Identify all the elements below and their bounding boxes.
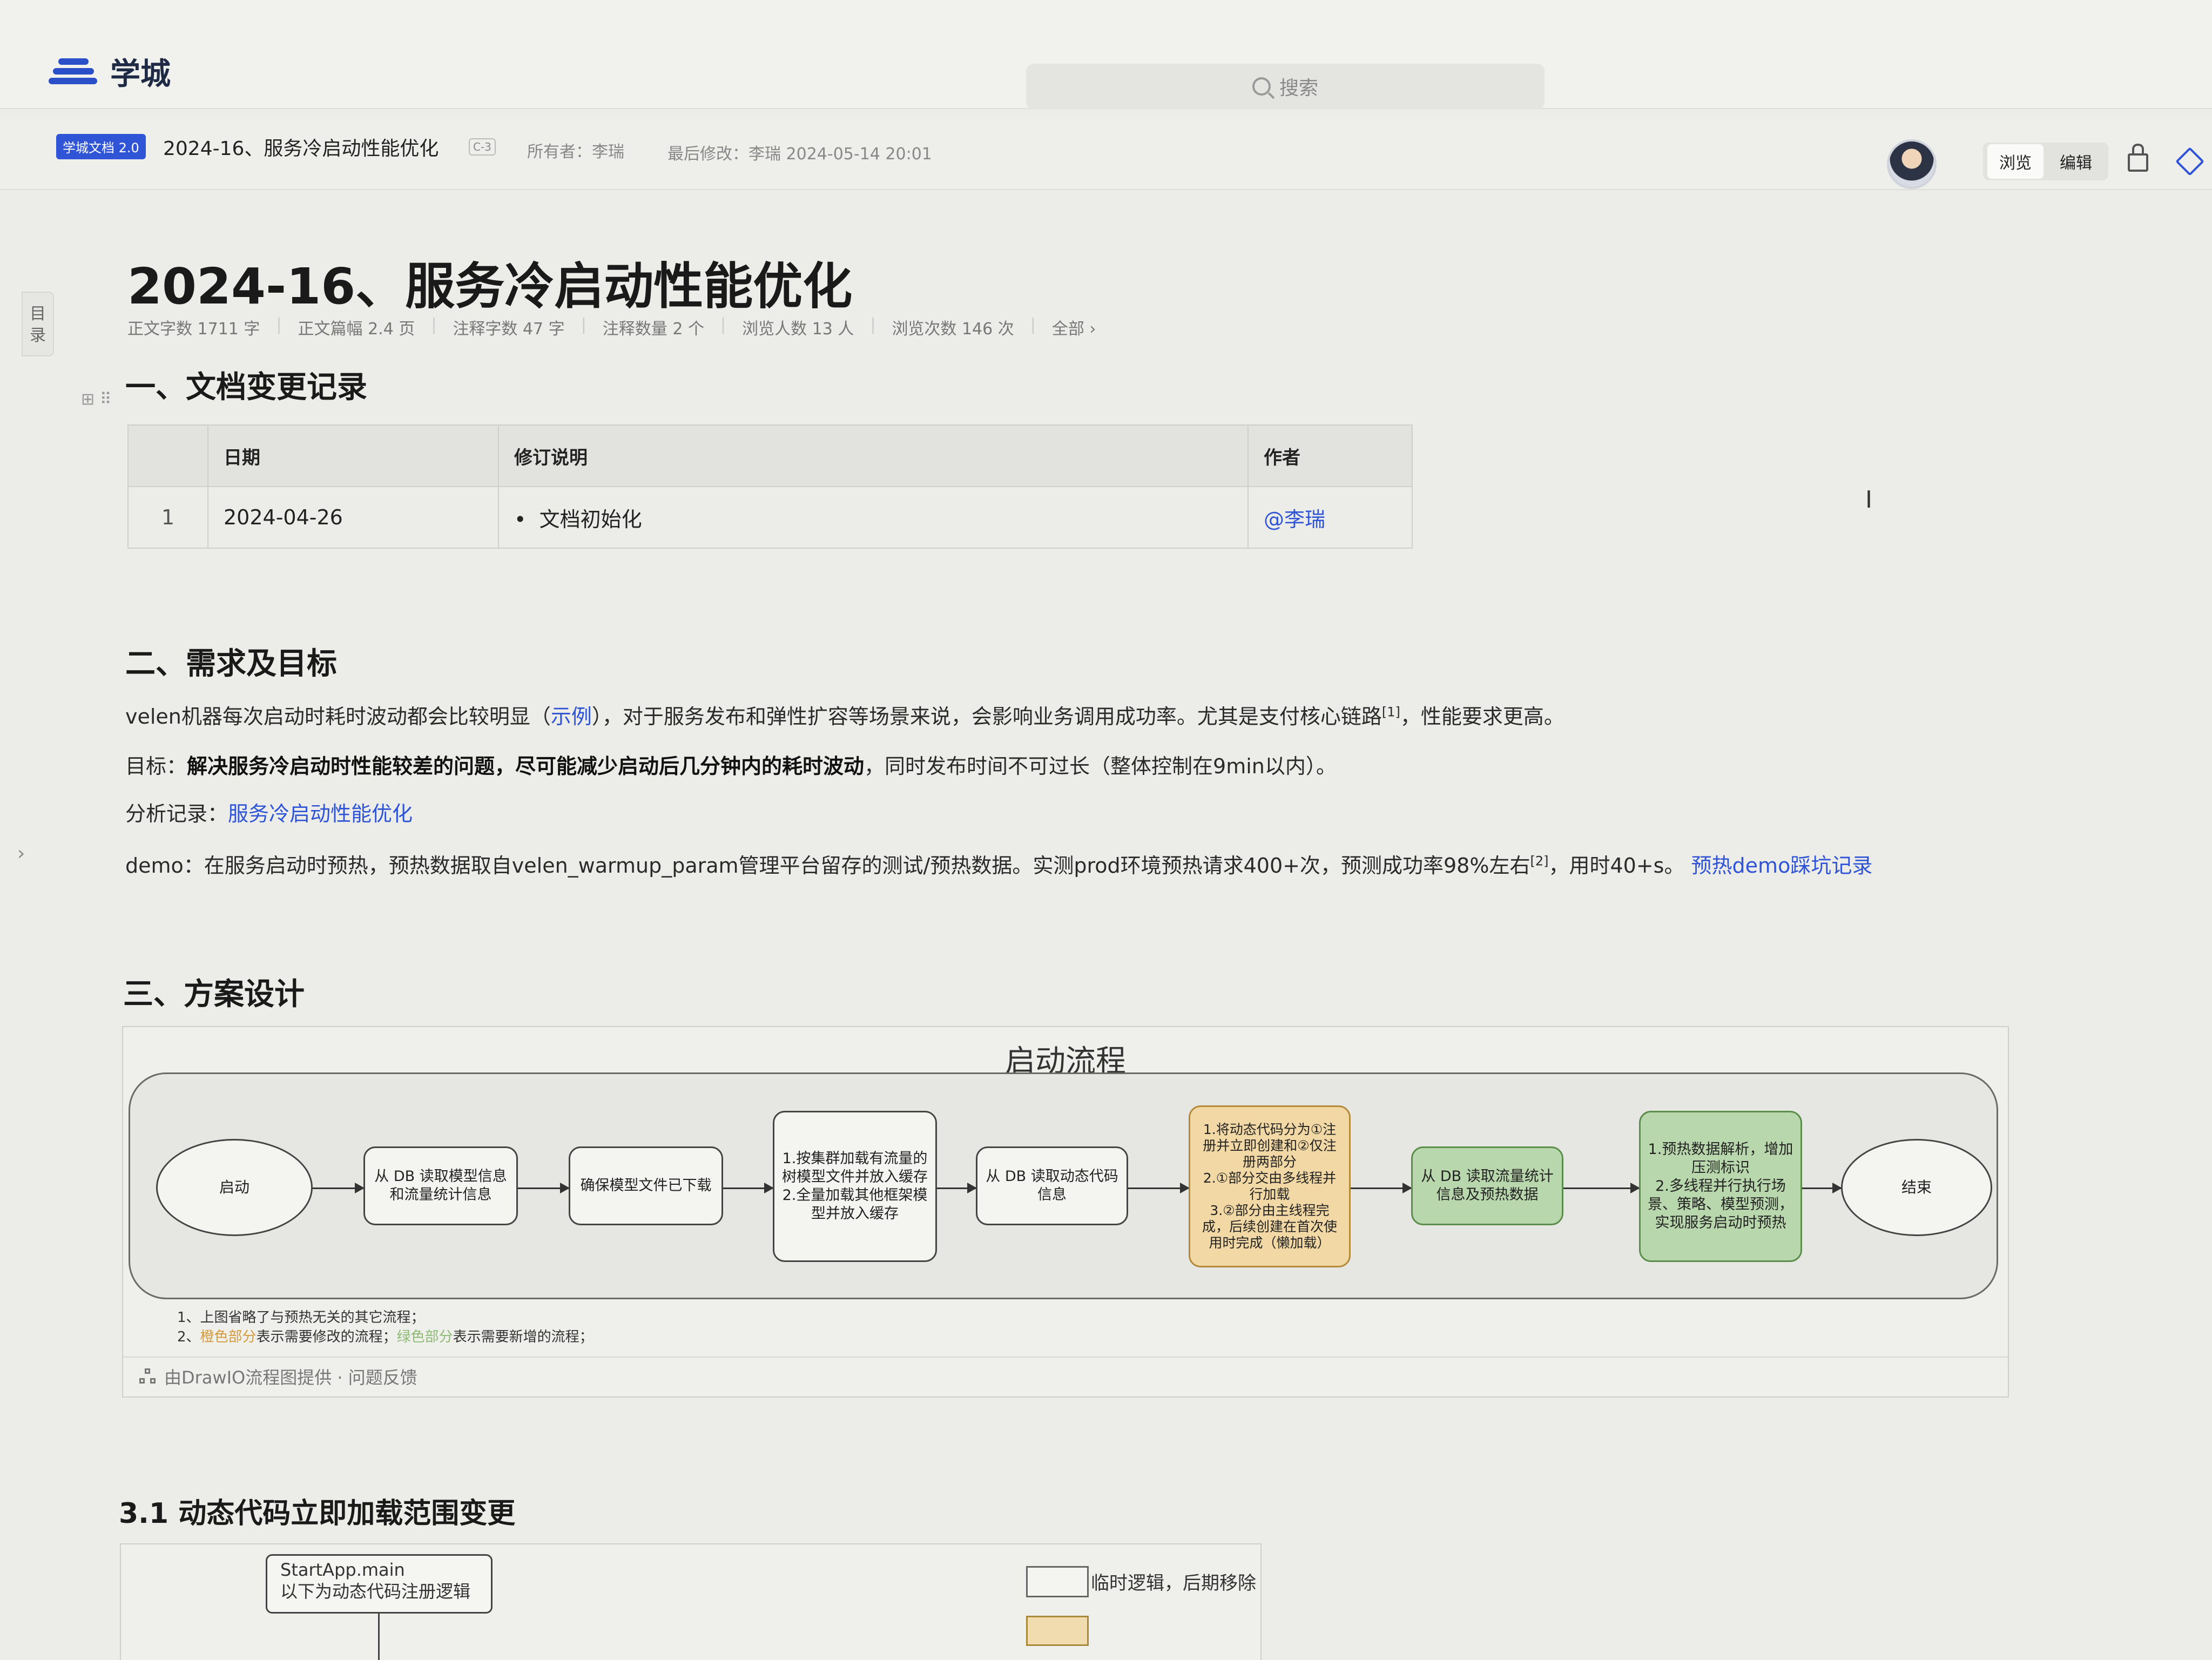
arrow bbox=[1351, 1183, 1412, 1193]
paragraph-requirement: velen机器每次启动时耗时波动都会比较明显（示例），对于服务发布和弹性扩容等场… bbox=[125, 704, 1564, 728]
arrow bbox=[1563, 1183, 1640, 1193]
arrow bbox=[723, 1183, 774, 1193]
dynamic-code-diagram[interactable]: StartApp.main 以下为动态代码注册逻辑 临时逻辑，后期移除 bbox=[120, 1543, 1262, 1660]
col-author: 作者 bbox=[1247, 424, 1413, 487]
node-end: 结束 bbox=[1841, 1139, 1992, 1236]
legend-swatch-orange bbox=[1026, 1616, 1089, 1646]
doc-stats: 正文字数 1711 字 | 正文篇幅 2.4 页 | 注释字数 47 字 | 注释数量… bbox=[127, 315, 1096, 339]
example-link[interactable]: 示例 bbox=[551, 705, 592, 728]
sitemap-icon bbox=[139, 1368, 156, 1385]
footnote-1[interactable]: [1] bbox=[1382, 704, 1400, 719]
change-log-table: 日期 修订说明 作者 1 2024-04-26 • 文档初始化 @李瑞 bbox=[127, 424, 1413, 549]
search-placeholder: 搜索 bbox=[1279, 77, 1318, 99]
search-icon bbox=[1252, 77, 1271, 96]
diagram-footer: 由DrawIO流程图提供 · 问题反馈 bbox=[123, 1357, 2008, 1395]
analysis-link[interactable]: 服务冷启动性能优化 bbox=[228, 802, 413, 826]
row-note: • 文档初始化 bbox=[498, 486, 1249, 549]
row-note-text: 文档初始化 bbox=[539, 507, 642, 531]
col-index bbox=[127, 424, 208, 487]
col-note: 修订说明 bbox=[498, 424, 1249, 487]
note-2: 2、橙色部分表示需要修改的流程；绿色部分表示需要新增的流程； bbox=[177, 1329, 594, 1345]
paragraph-goal: 目标：解决服务冷启动时性能较差的问题，尽可能减少启动后几分钟内的耗时波动，同时发… bbox=[125, 754, 1337, 778]
node-ensure-download: 确保模型文件已下载 bbox=[569, 1146, 723, 1225]
section-heading-2: 二、需求及目标 bbox=[125, 646, 337, 681]
footnote-2[interactable]: [2] bbox=[1530, 853, 1548, 868]
arrow bbox=[518, 1183, 570, 1193]
paragraph-analysis: 分析记录：服务冷启动性能优化 bbox=[125, 802, 413, 826]
section-heading-3: 三、方案设计 bbox=[123, 977, 305, 1012]
doc-version-badge: 学城文档 2.0 bbox=[56, 134, 146, 159]
arrow bbox=[1802, 1183, 1842, 1193]
diagram-footer-text[interactable]: 由DrawIO流程图提供 · 问题反馈 bbox=[164, 1364, 417, 1389]
view-mode-button[interactable]: 浏览 bbox=[1987, 144, 2044, 179]
chevron-right-icon[interactable]: › bbox=[17, 842, 25, 865]
table-header-row: 日期 修订说明 作者 bbox=[127, 424, 1413, 487]
stat-comment-words: 注释字数 47 字 bbox=[453, 320, 565, 339]
toc-toggle[interactable]: 目录 bbox=[22, 292, 54, 356]
diagram-notes: 1、上图省略了与预热无关的其它流程； 2、橙色部分表示需要修改的流程；绿色部分表… bbox=[177, 1308, 594, 1347]
arrow bbox=[937, 1183, 977, 1193]
node-split-dynamic-code: 1.将动态代码分为①注 册并立即创建和②仅注 册两部分 2.①部分交由多线程并 行加载 3… bbox=[1189, 1105, 1351, 1267]
startup-flow-diagram[interactable]: 启动流程 启动 从 DB 读取模型信息 和流量统计信息 确保模型文件已下载 1.按… bbox=[122, 1026, 2009, 1398]
stat-pages: 正文篇幅 2.4 页 bbox=[298, 320, 415, 339]
paragraph-demo: demo：在服务启动时预热，预热数据取自velen_warmup_param管理… bbox=[125, 853, 1873, 878]
node-read-warmup-data: 从 DB 读取流量统计 信息及预热数据 bbox=[1411, 1146, 1563, 1225]
page-title: 2024-16、服务冷启动性能优化 bbox=[127, 258, 853, 315]
user-avatar[interactable] bbox=[1887, 139, 1937, 189]
stat-word-count: 正文字数 1711 字 bbox=[127, 320, 260, 339]
section-heading-1: 一、文档变更记录 bbox=[125, 370, 367, 405]
table-row: 1 2024-04-26 • 文档初始化 @李瑞 bbox=[127, 486, 1413, 549]
demo-link[interactable]: 预热demo踩坑记录 bbox=[1691, 854, 1873, 878]
lock-icon[interactable] bbox=[2128, 144, 2148, 172]
col-date: 日期 bbox=[207, 424, 499, 487]
stat-viewers: 浏览人数 13 人 bbox=[742, 320, 854, 339]
note-1: 1、上图省略了与预热无关的其它流程； bbox=[177, 1310, 425, 1326]
node-load-models: 1.按集群加载有流量的 树模型文件并放入缓存 2.全量加载其他框架模 型并放入缓存 bbox=[773, 1111, 937, 1262]
startapp-main-box: StartApp.main 以下为动态代码注册逻辑 bbox=[266, 1554, 493, 1614]
row-author-mention[interactable]: @李瑞 bbox=[1247, 486, 1413, 549]
logo-icon bbox=[49, 55, 97, 89]
text-cursor-icon: I bbox=[1865, 486, 1872, 514]
table-handle-icon[interactable]: ⊞ ⠿ bbox=[81, 390, 112, 409]
node-read-dynamic-code: 从 DB 读取动态代码 信息 bbox=[976, 1146, 1128, 1225]
node-read-model-info: 从 DB 读取模型信息 和流量统计信息 bbox=[363, 1146, 518, 1225]
connector-line bbox=[378, 1614, 380, 1660]
legend-label-temporary: 临时逻辑，后期移除 bbox=[1091, 1573, 1256, 1594]
node-warmup-execute: 1.预热数据解析，增加 压测标识 2.多线程并行执行场 景、策略、模型预测， 实现服务启… bbox=[1639, 1111, 1802, 1262]
row-index: 1 bbox=[127, 486, 208, 549]
top-bar: 学城 搜索 bbox=[0, 0, 2212, 109]
security-level-badge: C-3 bbox=[469, 138, 496, 156]
stat-comment-count: 注释数量 2 个 bbox=[602, 320, 704, 339]
arrow bbox=[313, 1183, 365, 1193]
app-logo[interactable]: 学城 bbox=[49, 50, 171, 93]
stat-all-link[interactable]: 全部 › bbox=[1052, 315, 1096, 339]
row-date: 2024-04-26 bbox=[207, 486, 499, 549]
edit-mode-button[interactable]: 编辑 bbox=[2048, 144, 2104, 179]
legend-swatch-temporary bbox=[1026, 1566, 1089, 1597]
app-name: 学城 bbox=[110, 57, 171, 92]
search-input[interactable]: 搜索 bbox=[1026, 64, 1545, 109]
flow-lane: 启动 从 DB 读取模型信息 和流量统计信息 确保模型文件已下载 1.按集群加载有… bbox=[129, 1072, 1998, 1299]
doc-header-title: 2024-16、服务冷启动性能优化 bbox=[163, 138, 439, 160]
doc-owner: 所有者：李瑞 bbox=[527, 143, 624, 161]
section-heading-3-1: 3.1 动态代码立即加载范围变更 bbox=[119, 1497, 516, 1530]
view-edit-toggle: 浏览 编辑 bbox=[1983, 143, 2108, 180]
node-start: 启动 bbox=[156, 1139, 313, 1236]
stat-views: 浏览次数 146 次 bbox=[892, 320, 1014, 339]
doc-last-modified: 最后修改：李瑞 2024-05-14 20:01 bbox=[667, 145, 932, 164]
arrow bbox=[1128, 1183, 1190, 1193]
